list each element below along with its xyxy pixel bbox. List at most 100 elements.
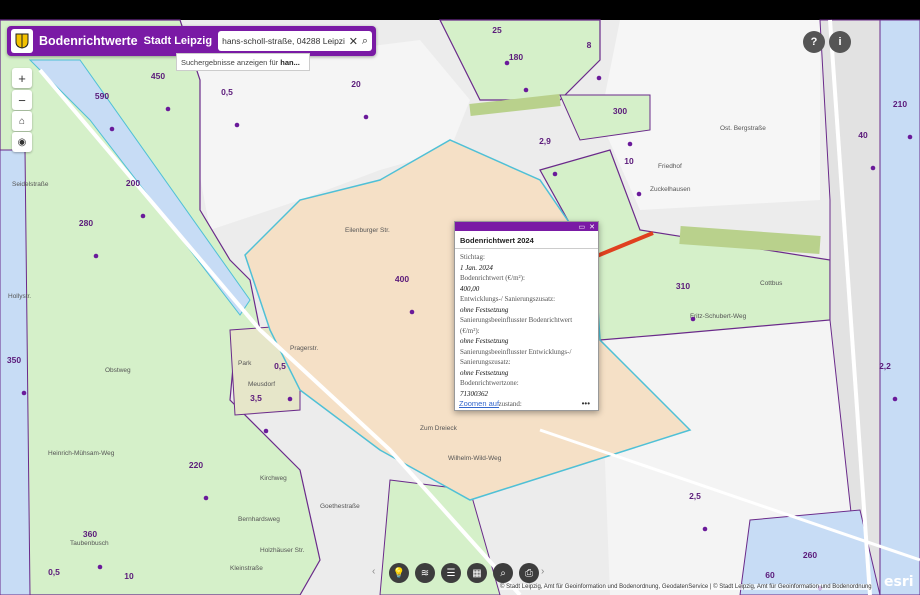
- zone-value-label: 2,2: [879, 361, 891, 371]
- search-box[interactable]: hans-scholl-straße, 04288 Leipzig ✕ ⌕: [218, 31, 373, 51]
- popup-field-value: 71300362: [460, 389, 488, 398]
- zone-value-label: 25: [492, 25, 502, 35]
- zone-value-label: 280: [79, 218, 93, 228]
- street-label: Heinrich-Mühsam-Weg: [48, 450, 115, 457]
- popup-field-value: Baureifes Land: [460, 410, 593, 411]
- more-actions-button[interactable]: •••: [582, 399, 590, 408]
- zone-marker-dot: [636, 191, 642, 197]
- popup-title: Bodenrichtwert 2024: [455, 231, 598, 249]
- popup-field-value: ohne Festsetzung: [460, 337, 509, 345]
- zone-marker-dot: [892, 396, 898, 402]
- street-label: Taubenbusch: [70, 540, 109, 547]
- zone-marker-dot: [165, 106, 171, 112]
- home-icon: ⌂: [18, 115, 26, 127]
- dock-icon[interactable]: ▭: [579, 223, 586, 231]
- street-label: Pragerstr.: [290, 345, 318, 352]
- street-label: Ost. Bergstraße: [720, 125, 766, 132]
- zone-value-label: 10: [124, 571, 134, 581]
- bulb-icon[interactable]: 💡: [389, 563, 409, 583]
- leipzig-logo: [11, 29, 33, 53]
- zone-marker-dot: [203, 495, 209, 501]
- zone-marker-dot: [363, 114, 369, 120]
- street-label: Park: [238, 360, 252, 367]
- info-button[interactable]: i: [829, 31, 851, 53]
- zone-marker-dot: [263, 428, 269, 434]
- toolbar-prev-icon[interactable]: ‹: [372, 566, 375, 577]
- street-label: Hollystr.: [8, 293, 31, 300]
- popup-field-label: Bodenrichtwert (€/m²):: [460, 274, 525, 282]
- street-label: Bernhardsweg: [238, 516, 280, 523]
- zone-value-label: 590: [95, 91, 109, 101]
- search-input[interactable]: hans-scholl-straße, 04288 Leipzig: [222, 36, 345, 46]
- app-header: Bodenrichtwerte Stadt Leipzig hans-schol…: [7, 26, 377, 56]
- clear-icon[interactable]: ✕: [349, 35, 358, 48]
- zone-value-label: 20: [351, 79, 361, 89]
- street-label: Fritz-Schubert-Weg: [690, 313, 747, 320]
- popup-field-value: ohne Festsetzung: [460, 305, 509, 314]
- popup-body: Stichtag: 1 Jan. 2024 Bodenrichtwert (€/m²…: [455, 252, 598, 411]
- help-button[interactable]: ?: [803, 31, 825, 53]
- blue-zone-west: [0, 149, 31, 595]
- zone-value-label: 0,5: [48, 567, 60, 577]
- bottom-toolbar: 💡 ≋ ☰ ▦ ⌕ ⎙: [389, 563, 539, 583]
- zone-value-label: 10: [624, 156, 634, 166]
- print-icon[interactable]: ⎙: [519, 563, 539, 583]
- zone-value-label: 450: [151, 71, 165, 81]
- locate-button[interactable]: ◉: [12, 132, 32, 152]
- suggestion-term: han...: [280, 57, 300, 67]
- locate-icon: ◉: [17, 136, 27, 148]
- home-button[interactable]: ⌂: [12, 111, 32, 131]
- zone-marker-dot: [870, 165, 876, 171]
- street-label: Zuckelhausen: [650, 186, 691, 193]
- popup-field-label: Sanierungsbeeinflusster Entwicklungs-/ S…: [460, 347, 572, 367]
- zone-marker-dot: [907, 134, 913, 140]
- zone-value-label: 300: [613, 106, 627, 116]
- zone-value-label: 60: [765, 570, 775, 580]
- zone-marker-dot: [97, 564, 103, 570]
- toolbar-next-icon[interactable]: ›: [541, 566, 544, 577]
- popup-field-value: 1 Jan. 2024: [460, 263, 493, 272]
- zone-value-label: 200: [126, 178, 140, 188]
- popup-field-label: Stichtag:: [460, 253, 485, 261]
- zone-marker-dot: [109, 126, 115, 132]
- zone-marker-dot: [627, 141, 633, 147]
- popup-field-label: Sanierungsbeeinflusster Bodenrichtwert (…: [460, 316, 573, 335]
- query-icon[interactable]: ⌕: [493, 563, 513, 583]
- street-label: Goethestraße: [320, 503, 360, 510]
- coat-of-arms-icon: [15, 33, 29, 49]
- suggestion-prefix: Suchergebnisse anzeigen für: [181, 57, 279, 67]
- zone-marker-dot: [287, 396, 293, 402]
- legend-icon[interactable]: ☰: [441, 563, 461, 583]
- zone-value-label: 8: [587, 40, 592, 50]
- search-suggestion[interactable]: Suchergebnisse anzeigen für han...: [176, 53, 310, 71]
- street-label: Holzhäuser Str.: [260, 547, 305, 554]
- zone-marker-dot: [140, 213, 146, 219]
- zone-value-label: 350: [7, 355, 21, 365]
- zone-marker-dot: [409, 309, 415, 315]
- layers-icon[interactable]: ≋: [415, 563, 435, 583]
- app-title: Bodenrichtwerte: [39, 34, 138, 48]
- zone-value-label: 220: [189, 460, 203, 470]
- zoom-in-button[interactable]: +: [12, 68, 32, 88]
- zone-value-label: 2,5: [689, 491, 701, 501]
- street-label: Kirchweg: [260, 475, 287, 482]
- zone-value-label: 180: [509, 52, 523, 62]
- zone-value-label: 400: [395, 274, 409, 284]
- close-icon[interactable]: ✕: [589, 223, 595, 231]
- zoom-to-link[interactable]: Zoomen auf: [459, 399, 500, 408]
- popup-field-value: ohne Festsetzung: [460, 368, 509, 377]
- popup-titlebar: ▭ ✕: [455, 222, 598, 231]
- zone-value-label: 260: [803, 550, 817, 560]
- esri-logo: esri: [884, 574, 914, 590]
- search-icon[interactable]: ⌕: [362, 35, 368, 48]
- zone-value-label: 2,9: [539, 136, 551, 146]
- street-label: Friedhof: [658, 163, 682, 170]
- basemap-gallery-icon[interactable]: ▦: [467, 563, 487, 583]
- zone-value-label: 360: [83, 529, 97, 539]
- popup-field-label: Bodenrichtwertzone:: [460, 379, 519, 387]
- zone-marker-dot: [702, 526, 708, 532]
- zone-value-label: 40: [858, 130, 868, 140]
- zone-marker-dot: [93, 253, 99, 259]
- zoom-out-button[interactable]: −: [12, 90, 32, 110]
- zone-marker-dot: [523, 87, 529, 93]
